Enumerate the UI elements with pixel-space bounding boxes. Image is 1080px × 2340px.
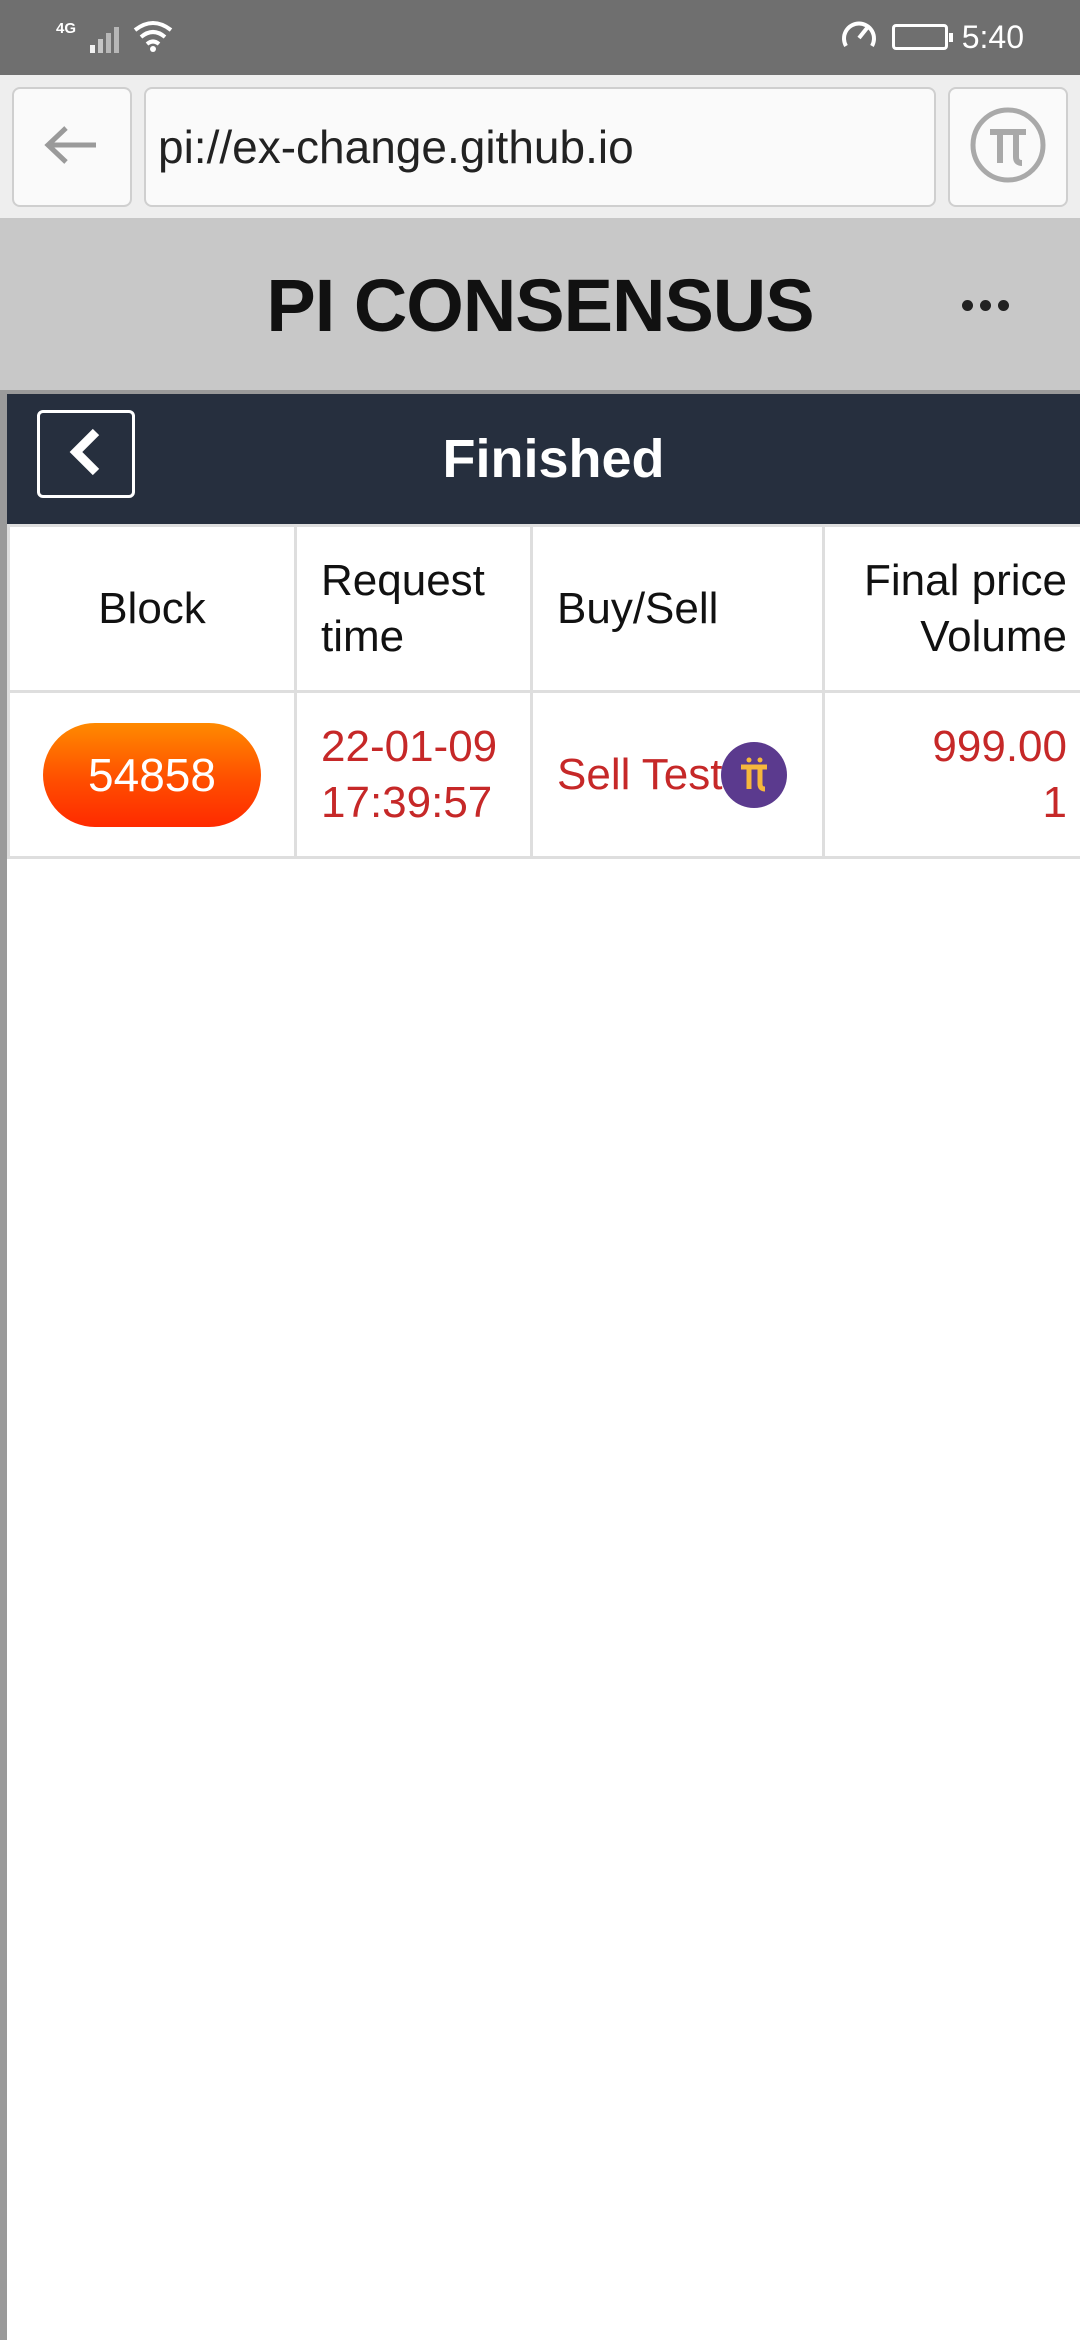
cell-block: 54858 (7, 690, 297, 859)
app-header: PI CONSENSUS (0, 220, 1080, 390)
header-request-time-line2: time (321, 611, 405, 661)
battery-icon (891, 24, 953, 50)
volume: 1 (1042, 777, 1067, 827)
orders-table: Block Request time Buy/Sell Final price … (7, 524, 1080, 859)
wifi-icon (133, 20, 173, 57)
more-horizontal-icon[interactable] (950, 275, 1020, 335)
url-field[interactable]: pi://ex-change.github.io (144, 87, 936, 207)
header-final-price-volume[interactable]: Final price Volume (822, 524, 1080, 693)
browser-bar: pi://ex-change.github.io (0, 75, 1080, 220)
header-buy-sell[interactable]: Buy/Sell (530, 524, 825, 693)
signal-icon (90, 23, 120, 53)
cell-buy-sell: Sell Test (530, 690, 825, 859)
header-volume: Volume (920, 611, 1067, 661)
status-left: 4G (56, 18, 173, 58)
header-final-price: Final price (864, 555, 1067, 605)
status-bar: 4G 5:40 (0, 0, 1080, 75)
header-request-time-line1: Request (321, 555, 485, 605)
browser-back-button[interactable] (12, 87, 132, 207)
header-request-time[interactable]: Request time (294, 524, 533, 693)
page-title: Finished (442, 429, 665, 489)
block-number-badge[interactable]: 54858 (43, 722, 261, 827)
pi-browser-button[interactable] (948, 87, 1068, 207)
speedometer-icon (840, 16, 878, 59)
arrow-left-icon (44, 125, 100, 170)
cell-request-time: 22-01-09 17:39:57 (294, 690, 533, 859)
header-block[interactable]: Block (7, 524, 297, 693)
request-clock: 17:39:57 (321, 777, 493, 827)
final-price: 999.00 (932, 721, 1067, 771)
order-side: Sell Test (557, 749, 723, 799)
status-right: 5:40 (840, 16, 1024, 58)
request-date: 22-01-09 (321, 721, 498, 771)
pi-logo-icon (968, 105, 1048, 190)
pi-coin-icon (720, 741, 787, 808)
app-title: PI CONSENSUS (266, 263, 814, 347)
table-row[interactable]: 54858 22-01-09 17:39:57 Sell Test 999.00… (7, 690, 1080, 859)
clock: 5:40 (961, 18, 1024, 55)
page-nav-bar: Finished (7, 394, 1080, 524)
network-type: 4G (56, 19, 77, 37)
table-header-row: Block Request time Buy/Sell Final price … (7, 524, 1080, 693)
content-frame: Finished Block Request time Buy/Sell Fin… (0, 390, 1080, 2340)
cell-final-price-volume: 999.00 1 (822, 690, 1080, 859)
